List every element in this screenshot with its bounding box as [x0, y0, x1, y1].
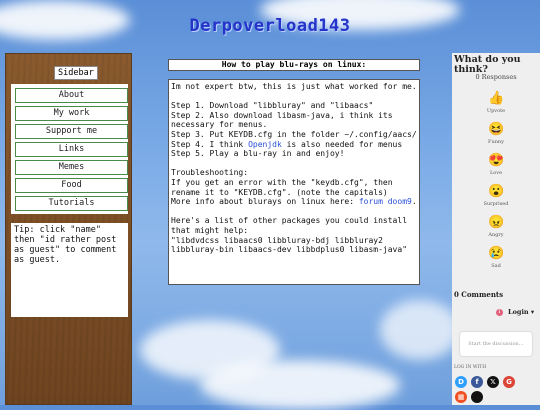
reaction-label: Sad [491, 263, 501, 269]
sidebar-item-memes[interactable]: Memes [15, 160, 128, 175]
cloud [380, 300, 460, 360]
reaction-funny[interactable]: 😆 Funny [452, 122, 540, 145]
post-step: Step 1. Download "libbluray" and "libaac… [171, 101, 374, 111]
reaction-label: Angry [488, 232, 504, 238]
thumbs-up-icon: 👍 [488, 91, 505, 106]
notification-badge[interactable]: 1 [496, 309, 503, 316]
post-step: Step 2. Also download libasm-java, i thi… [171, 110, 398, 130]
reaction-love[interactable]: 😍 Love [452, 153, 540, 176]
disqus-icon[interactable]: D [455, 376, 467, 388]
sidebar-item-tutorials[interactable]: Tutorials [15, 196, 128, 211]
reaction-angry[interactable]: 😠 Angry [452, 215, 540, 238]
reaction-label: Love [489, 170, 503, 176]
microsoft-icon[interactable]: ▦ [455, 391, 467, 403]
post-step: Step 3. Put KEYDB.cfg in the folder ~/.c… [171, 129, 417, 139]
heart-eyes-icon: 😍 [488, 153, 505, 168]
sidebar-item-links[interactable]: Links [15, 142, 128, 157]
reaction-sad[interactable]: 😢 Sad [452, 246, 540, 269]
sidebar-title: Sidebar [54, 66, 98, 80]
google-icon[interactable]: G [503, 376, 515, 388]
apple-icon[interactable] [471, 391, 483, 403]
post-step: Step 4. I think [171, 139, 249, 149]
comment-input[interactable]: Start the discussion… [459, 331, 533, 357]
reactions-question: What do you think? [454, 54, 521, 75]
post-intro: Im not expert btw, this is just what wor… [171, 82, 417, 91]
x-icon[interactable]: 𝕏 [487, 376, 499, 388]
reaction-label: Surprised [483, 201, 509, 207]
troubleshooting-text: If you get an error with the "keydb.cfg"… [171, 177, 398, 197]
sad-face-icon: 😢 [488, 246, 505, 261]
comments-count: 0 Comments [454, 290, 504, 299]
more-info-text: More info about blurays on linux here: [171, 197, 359, 207]
sidebar-item-about[interactable]: About [15, 88, 128, 103]
forum-doom9-link[interactable]: forum doom9 [359, 197, 412, 206]
laughing-face-icon: 😆 [488, 122, 505, 137]
sidebar-tip: Tip: click "name" then "id rather post a… [11, 223, 128, 317]
post-title: How to play blu-rays on linux: [168, 59, 420, 71]
comments-panel: What do you think? 0 Responses 👍 Upvote 😆 F… [452, 53, 540, 405]
reaction-label: Upvote [486, 108, 506, 114]
sidebar: Sidebar About My work Support me Links M… [5, 53, 132, 405]
sidebar-item-my-work[interactable]: My work [15, 106, 128, 121]
reaction-label: Funny [488, 139, 504, 145]
packages-intro: Here's a list of other packages you coul… [171, 216, 412, 235]
openjdk-link[interactable]: Openjdk [248, 140, 282, 149]
post-body: Im not expert btw, this is just what wor… [168, 79, 420, 285]
login-with-label: LOG IN WITH [454, 365, 487, 370]
angry-face-icon: 😠 [488, 215, 505, 230]
post-step: Step 5. Play a blu-ray in and enjoy! [171, 149, 345, 159]
cloud [200, 360, 400, 410]
sidebar-nav: About My work Support me Links Memes Foo… [11, 84, 128, 214]
reaction-upvote[interactable]: 👍 Upvote [452, 91, 540, 114]
sidebar-item-support-me[interactable]: Support me [15, 124, 128, 139]
reaction-surprised[interactable]: 😮 Surprised [452, 184, 540, 207]
post-step-continued: is also needed for menus [281, 139, 403, 149]
more-info-end: . [411, 197, 417, 207]
login-dropdown[interactable]: Login ▾ [508, 308, 534, 316]
sidebar-item-food[interactable]: Food [15, 178, 128, 193]
facebook-icon[interactable]: f [471, 376, 483, 388]
surprised-face-icon: 😮 [488, 184, 505, 199]
site-title: Derpoverload143 [189, 16, 351, 36]
responses-count: 0 Responses [475, 73, 517, 81]
troubleshooting-heading: Troubleshooting: [171, 168, 249, 178]
packages-list: "libdvdcss libaacs0 libbluray-bdj libblu… [171, 235, 408, 255]
